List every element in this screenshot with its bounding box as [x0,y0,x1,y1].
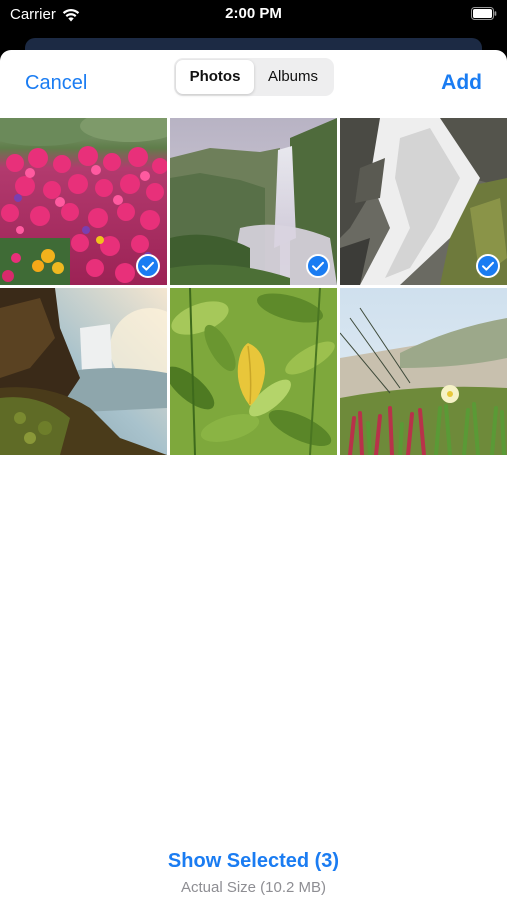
battery-icon [471,7,497,20]
photo-thumbnail[interactable] [170,288,337,455]
cancel-button[interactable]: Cancel [25,72,87,95]
photo-waterfall-sunset [0,288,167,455]
navigation-bar: Cancel Photos Albums Add [0,50,507,118]
photo-thumbnail[interactable] [340,118,507,285]
tab-albums[interactable]: Albums [254,60,332,94]
footer: Show Selected (3) Actual Size (10.2 MB) [0,850,507,896]
photo-picker-sheet: Cancel Photos Albums Add Show Selected (… [0,50,507,900]
status-time: 2:00 PM [225,5,282,22]
show-selected-button[interactable]: Show Selected (3) [168,850,339,873]
checkmark-circle-icon [476,254,500,278]
actual-size-label: Actual Size (10.2 MB) [180,879,327,896]
add-button[interactable]: Add [441,71,482,95]
checkmark-circle-icon [306,254,330,278]
photo-beach-plants [340,288,507,455]
photo-thumbnail[interactable] [0,288,167,455]
screen: Carrier 2:00 PM Cancel Photos Albums Add [0,0,507,900]
checkmark-circle-icon [136,254,160,278]
status-bar: Carrier 2:00 PM [0,0,507,30]
photo-thumbnail[interactable] [340,288,507,455]
photo-thumbnail[interactable] [170,118,337,285]
photo-grid [0,118,507,455]
tab-photos[interactable]: Photos [176,60,254,94]
photo-yellow-leaf [170,288,337,455]
photo-thumbnail[interactable] [0,118,167,285]
photos-albums-segmented-control: Photos Albums [174,58,334,96]
